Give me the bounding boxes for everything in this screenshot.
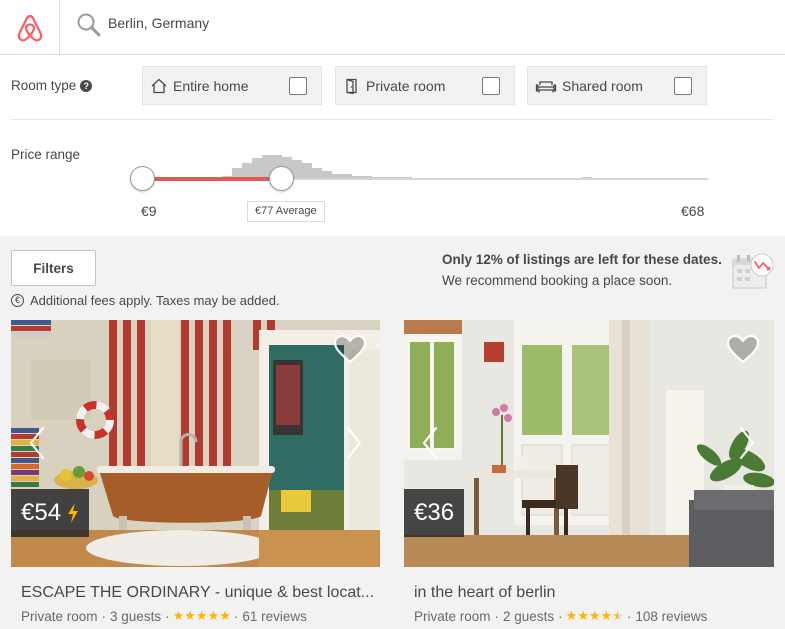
listing-2-title[interactable]: in the heart of berlin xyxy=(414,584,555,602)
listing-2-stars: ★★★★★ xyxy=(565,608,624,623)
price-slider-min-handle[interactable] xyxy=(130,166,155,191)
separator: · xyxy=(494,608,500,624)
separator: · xyxy=(558,608,563,624)
listing-1-price-tag: €54 xyxy=(11,489,89,537)
entire-home-checkbox[interactable] xyxy=(289,76,307,95)
help-icon[interactable]: ? xyxy=(80,79,93,92)
listing-1-heart-icon[interactable] xyxy=(332,333,368,365)
separator: · xyxy=(233,608,239,624)
door-icon xyxy=(343,77,361,95)
shared-room-checkbox[interactable] xyxy=(674,76,692,95)
average-price-badge: €77 Average xyxy=(247,201,325,222)
room-type-label-text: Room type xyxy=(11,78,77,93)
room-type-private-room[interactable]: Private room xyxy=(335,66,515,105)
availability-notice-subtitle: We recommend booking a place soon. xyxy=(442,273,673,288)
fees-text: Additional fees apply. Taxes may be adde… xyxy=(30,293,280,308)
listing-1-reviews[interactable]: 61 reviews xyxy=(242,609,307,624)
listing-2-room-type: Private room xyxy=(414,608,491,624)
room-type-label: Room type ? xyxy=(11,78,93,93)
price-slider-max-handle[interactable] xyxy=(269,166,294,191)
price-max-label: €68 xyxy=(681,203,705,219)
listing-2-prev-arrow-icon[interactable] xyxy=(421,425,439,461)
listing-2-meta: Private room · 2 guests · ★★★★★ · 108 re… xyxy=(414,608,707,624)
listing-1-next-arrow-icon[interactable] xyxy=(345,425,363,461)
separator: · xyxy=(626,608,632,624)
listing-1-guests: 3 guests xyxy=(110,608,162,624)
separator: · xyxy=(101,608,107,624)
separator: · xyxy=(165,608,170,624)
listing-2-next-arrow-icon[interactable] xyxy=(738,425,756,461)
listing-2-heart-icon[interactable] xyxy=(725,333,761,365)
room-type-shared-room[interactable]: Shared room xyxy=(527,66,707,105)
listing-2-price: €36 xyxy=(414,499,455,526)
price-slider-selection xyxy=(142,177,281,181)
couch-icon xyxy=(535,77,557,95)
listing-1-prev-arrow-icon[interactable] xyxy=(28,425,46,461)
price-min-label: €9 xyxy=(141,203,157,219)
private-room-label: Private room xyxy=(366,77,446,94)
fees-notice: € Additional fees apply. Taxes may be ad… xyxy=(11,293,280,308)
room-type-entire-home[interactable]: Entire home xyxy=(142,66,322,105)
private-room-checkbox[interactable] xyxy=(482,76,500,95)
lightning-icon xyxy=(68,503,79,523)
listing-1-price: €54 xyxy=(21,499,62,526)
header: Berlin, Germany xyxy=(0,0,785,55)
euro-icon: € xyxy=(11,294,24,307)
airbnb-logo-icon[interactable] xyxy=(0,0,60,55)
shared-room-label: Shared room xyxy=(562,77,643,94)
house-icon xyxy=(150,77,168,95)
listing-2-guests: 2 guests xyxy=(503,608,555,624)
divider xyxy=(11,119,773,120)
listing-2-reviews[interactable]: 108 reviews xyxy=(635,609,707,624)
search-icon[interactable] xyxy=(76,12,102,38)
entire-home-label: Entire home xyxy=(173,77,249,94)
listing-1-title[interactable]: ESCAPE THE ORDINARY - unique & best loca… xyxy=(21,584,374,602)
listing-1-meta: Private room · 3 guests · ★★★★★ · 61 rev… xyxy=(21,608,307,624)
calendar-clock-icon xyxy=(731,252,775,290)
availability-notice-title: Only 12% of listings are left for these … xyxy=(442,252,722,267)
price-range-label: Price range xyxy=(11,147,81,162)
search-input[interactable]: Berlin, Germany xyxy=(108,15,209,31)
listing-2-price-tag: €36 xyxy=(404,489,464,537)
listing-1-room-type: Private room xyxy=(21,608,98,624)
filters-button[interactable]: Filters xyxy=(11,250,96,286)
listing-1-stars: ★★★★★ xyxy=(172,608,231,623)
